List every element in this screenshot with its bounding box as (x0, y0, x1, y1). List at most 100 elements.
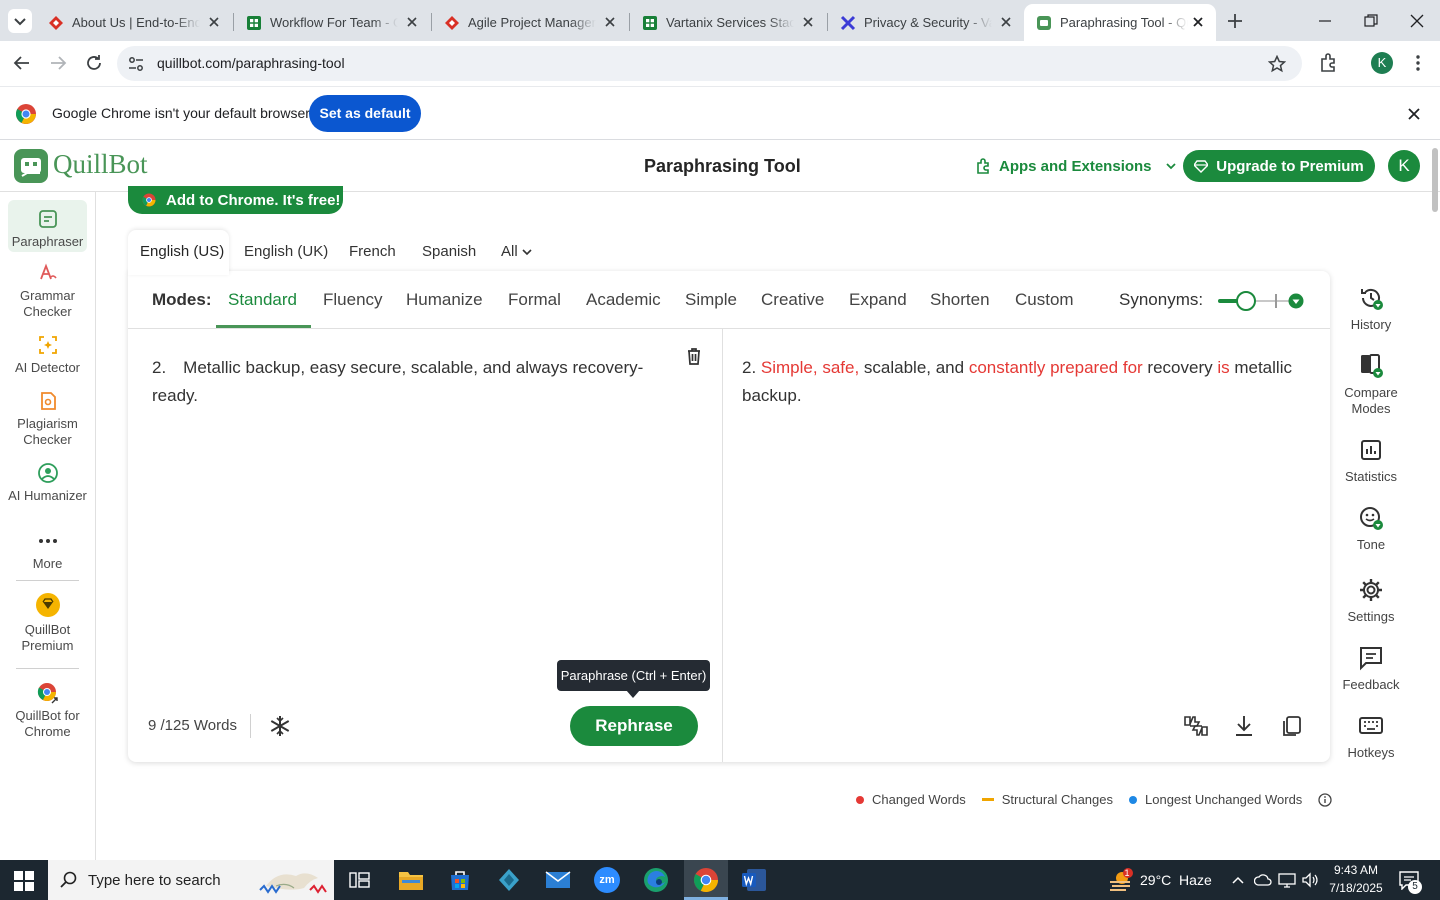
output-changed-segment[interactable]: Simple, safe, (761, 358, 859, 377)
output-changed-segment[interactable]: is (1217, 358, 1229, 377)
rail-settings[interactable]: Settings (1340, 577, 1402, 625)
apps-extensions-menu[interactable]: Apps and Extensions (975, 154, 1178, 178)
close-icon[interactable] (1190, 14, 1206, 30)
user-avatar[interactable]: K (1388, 150, 1420, 182)
mode-humanize[interactable]: Humanize (406, 290, 483, 310)
task-view-icon[interactable] (349, 870, 371, 890)
site-settings-icon[interactable] (127, 55, 145, 73)
download-icon[interactable] (1233, 714, 1255, 738)
word-icon[interactable] (741, 867, 767, 893)
edge-icon[interactable] (643, 867, 669, 893)
synonyms-slider[interactable] (1218, 291, 1306, 311)
restore-icon[interactable] (1362, 12, 1380, 30)
cloud-sync-icon[interactable] (1254, 872, 1272, 888)
extensions-puzzle-icon[interactable] (1318, 52, 1340, 74)
add-to-chrome-button[interactable]: Add to Chrome. It's free! (128, 186, 343, 214)
rephrase-button[interactable]: Rephrase (570, 706, 698, 746)
menu-kebab-icon[interactable] (1408, 53, 1428, 73)
rail-feedback[interactable]: Feedback (1340, 645, 1402, 693)
slider-thumb[interactable] (1236, 291, 1256, 311)
profile-avatar[interactable]: K (1371, 52, 1393, 74)
close-icon[interactable] (404, 14, 420, 30)
sidebar-item-ai-detector[interactable]: AI Detector (8, 334, 87, 376)
rail-statistics[interactable]: Statistics (1340, 437, 1402, 485)
window-close-icon[interactable] (1408, 12, 1426, 30)
sidebar-item-more[interactable]: More (8, 530, 87, 572)
rail-hotkeys[interactable]: Hotkeys (1340, 713, 1402, 761)
zoom-app-icon[interactable]: zm (594, 867, 620, 893)
close-icon[interactable] (206, 14, 222, 30)
tab-french[interactable]: French (349, 232, 396, 272)
browser-tab[interactable]: Privacy & Security - Var (828, 4, 1024, 41)
copy-icon[interactable] (1281, 714, 1303, 738)
bookmark-star-icon[interactable] (1268, 55, 1286, 73)
sidebar-item-ai-humanizer[interactable]: AI Humanizer (8, 462, 87, 504)
sidebar-item-quillbot-for-chrome[interactable]: QuillBot for Chrome (8, 682, 87, 740)
mode-shorten[interactable]: Shorten (930, 290, 990, 310)
tab-search-button[interactable] (8, 9, 32, 33)
mode-formal[interactable]: Formal (508, 290, 561, 310)
app-diamond-icon[interactable] (497, 868, 521, 892)
new-tab-plus-icon[interactable] (1226, 12, 1244, 30)
taskbar-search-box[interactable]: Type here to search (48, 860, 334, 900)
upgrade-premium-button[interactable]: Upgrade to Premium (1183, 150, 1375, 182)
close-icon[interactable] (1406, 106, 1422, 122)
page-scrollbar[interactable] (1432, 148, 1438, 212)
quillbot-logo-icon[interactable] (14, 149, 48, 183)
diamond-red-icon (49, 15, 63, 30)
input-text[interactable]: 2. Metallic backup, easy secure, scalabl… (152, 354, 652, 410)
windows-start-icon[interactable] (14, 871, 34, 891)
output-text[interactable]: 2. Simple, safe, scalable, and constantl… (742, 354, 1302, 410)
close-icon[interactable] (800, 14, 816, 30)
file-explorer-icon[interactable] (398, 868, 424, 892)
close-icon[interactable] (602, 14, 618, 30)
ms-store-icon[interactable] (448, 868, 472, 892)
mode-standard[interactable]: Standard (228, 290, 297, 310)
rail-history[interactable]: History (1340, 285, 1402, 333)
rail-compare-modes[interactable]: Compare Modes (1340, 353, 1402, 417)
clock-date[interactable]: 7/18/2025 (1322, 881, 1390, 895)
feedback-thumbs-icon[interactable] (1183, 714, 1209, 738)
sidebar-item-grammar-checker[interactable]: Grammar Checker (8, 262, 87, 320)
clock-time[interactable]: 9:43 AM (1322, 863, 1390, 877)
tab-english-uk[interactable]: English (UK) (244, 232, 328, 272)
mode-expand[interactable]: Expand (849, 290, 907, 310)
browser-tab[interactable]: Workflow For Team - Go (234, 4, 430, 41)
rail-tone[interactable]: Tone (1340, 505, 1402, 553)
mode-custom[interactable]: Custom (1015, 290, 1074, 310)
trash-icon[interactable] (684, 346, 704, 366)
tab-english-us[interactable]: English (US) (140, 232, 224, 272)
freeze-snowflake-icon[interactable] (269, 715, 291, 737)
weather-text[interactable]: 29°C Haze (1140, 872, 1212, 888)
mode-academic[interactable]: Academic (586, 290, 661, 310)
browser-tab-active[interactable]: Paraphrasing Tool - Qui (1024, 4, 1216, 41)
mode-simple[interactable]: Simple (685, 290, 737, 310)
back-arrow-icon[interactable] (12, 53, 32, 73)
browser-tab[interactable]: Vartanix Services Stack (630, 4, 826, 41)
minimize-icon[interactable] (1316, 12, 1334, 30)
sidebar-item-premium[interactable]: QuillBot Premium (8, 592, 87, 654)
close-icon[interactable] (998, 14, 1014, 30)
address-bar[interactable]: quillbot.com/paraphrasing-tool (117, 46, 1302, 81)
chevron-up-icon[interactable] (1231, 873, 1245, 887)
mode-fluency[interactable]: Fluency (323, 290, 383, 310)
tab-spanish[interactable]: Spanish (422, 232, 476, 272)
output-changed-segment[interactable]: constantly prepared for (969, 358, 1143, 377)
quillbot-wordmark[interactable]: QuillBot (53, 149, 148, 180)
sidebar-item-plagiarism-checker[interactable]: Plagiarism Checker (8, 390, 87, 448)
set-default-button[interactable]: Set as default (309, 95, 421, 132)
browser-tab[interactable]: Agile Project Manageme (432, 4, 628, 41)
legend-label: Structural Changes (1001, 792, 1113, 807)
mode-creative[interactable]: Creative (761, 290, 824, 310)
info-icon[interactable] (1318, 792, 1332, 807)
chrome-icon (37, 683, 58, 704)
browser-tab[interactable]: About Us | End-to-End (36, 4, 232, 41)
forward-arrow-icon[interactable] (48, 53, 68, 73)
mail-icon[interactable] (545, 869, 571, 891)
network-icon[interactable] (1278, 872, 1296, 888)
sidebar-item-paraphraser[interactable]: Paraphraser (8, 200, 87, 252)
volume-icon[interactable] (1301, 872, 1319, 888)
tab-all-languages[interactable]: All (501, 232, 532, 272)
taskbar-chrome-active[interactable] (684, 860, 728, 900)
reload-icon[interactable] (84, 53, 104, 73)
